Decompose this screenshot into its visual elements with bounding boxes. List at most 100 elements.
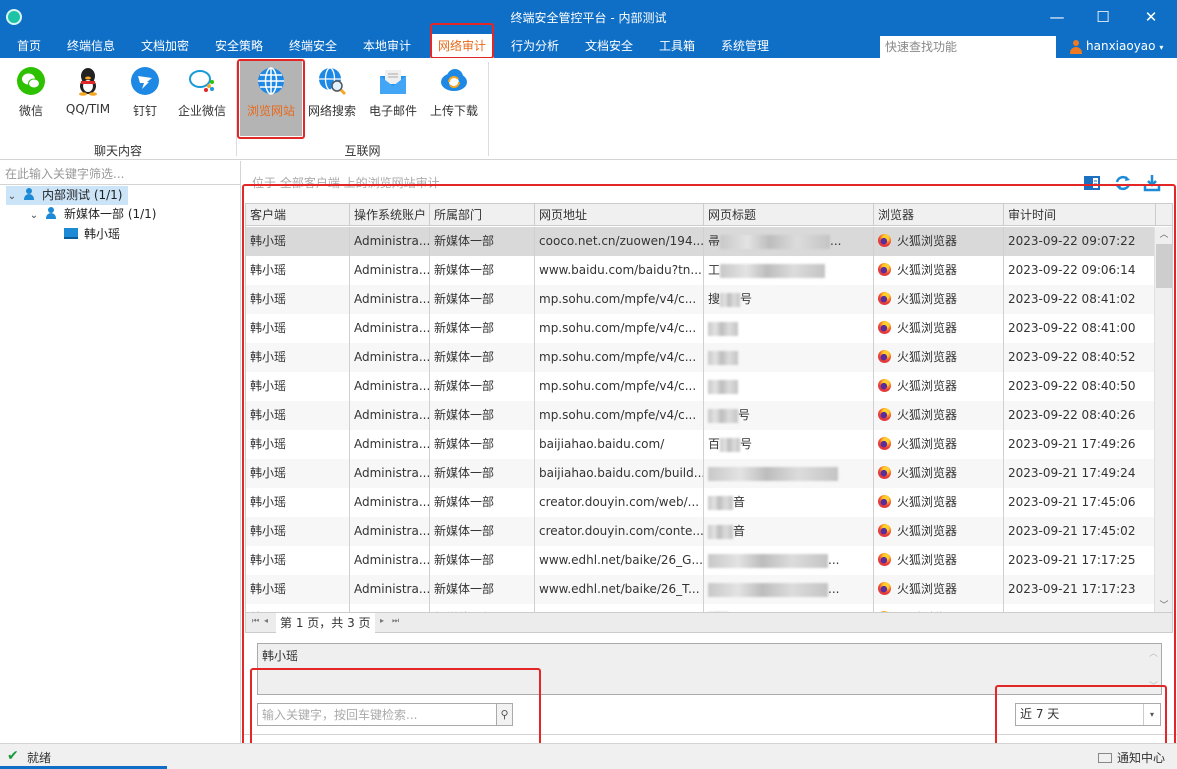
table-row[interactable]: 韩小瑶Administra...新媒体一部baijiahao.baidu.com… [246,430,1155,459]
menu-doc-security[interactable]: 文档安全 [577,34,641,58]
title-text-tail: 音 [733,524,746,538]
cell-browser: 火狐浏览器 [874,459,1004,488]
dingtalk-icon [131,67,159,95]
column-header-page-title[interactable]: 网页标题 [704,204,874,226]
column-header-account[interactable]: 操作系统账户 [350,204,430,226]
firefox-icon [878,437,891,450]
table-row[interactable]: 韩小瑶 Administra... 新媒体一部 mp.sohu.com/mpfe/v4… [246,401,1155,430]
detail-scroll-down-icon[interactable]: ﹀ [1149,679,1158,692]
ribbon-web-search[interactable]: 网络搜索 [306,60,358,136]
tree-node-new-media-dept[interactable]: ⌄ 新媒体一部 (1/1) [28,205,157,224]
column-header-audit-time[interactable]: 审计时间 [1004,204,1156,226]
cell-client: 韩小瑶 [246,575,350,604]
menu-home[interactable]: 首页 [9,34,49,58]
cell-page-title: 百号 [704,430,874,459]
title-text: 搜 [708,292,721,306]
browser-name: 火狐浏览器 [897,495,958,509]
tree-node-computer[interactable]: 韩小瑶 [64,225,120,244]
table-row[interactable]: 韩小瑶 Administra... 新媒体一部 mp.sohu.com/mpfe/v4… [246,372,1155,401]
page-indicator: 第 1 页，共 3 页 [276,613,375,633]
keyword-search-input[interactable] [257,703,497,726]
quick-search-input[interactable] [880,36,1056,58]
last-page-button[interactable]: ⏭ [392,616,399,626]
column-header-url[interactable]: 网页地址 [535,204,704,226]
title-text-tail: ... [830,234,842,248]
ribbon-wechat-label: 微信 [18,104,43,118]
refresh-icon[interactable] [1114,174,1132,192]
scroll-down-icon[interactable]: ﹀ [1155,598,1172,612]
browser-name: 火狐浏览器 [897,437,958,451]
ribbon-dingtalk[interactable]: 钉钉 [124,60,166,136]
chevron-down-icon[interactable]: ⌄ [6,187,18,206]
title-text-tail: 号 [740,437,753,451]
cell-department: 新媒体一部 [430,256,535,285]
table-row[interactable]: 韩小瑶 Administra... 新媒体一部 www.edhl.net/baike/… [246,575,1155,604]
minimize-button[interactable]: — [1042,6,1072,28]
table-row[interactable]: 韩小瑶Administra...新媒体一部baijiahao.baidu.com… [246,604,1155,612]
firefox-icon [878,321,891,334]
menu-doc-encrypt[interactable]: 文档加密 [133,34,197,58]
table-row[interactable]: 韩小瑶 Administra... 新媒体一部 mp.sohu.com/mpfe/v4… [246,314,1155,343]
table-row[interactable]: 韩小瑶 Administra... 新媒体一部 creator.douyin.com/… [246,488,1155,517]
table-row[interactable]: 韩小瑶 Administra... 新媒体一部 www.edhl.net/baike/… [246,546,1155,575]
menu-terminal-security[interactable]: 终端安全 [281,34,345,58]
detail-scroll-up-icon[interactable]: ︿ [1149,646,1158,659]
first-page-button[interactable]: ⏮ [252,616,259,626]
divider [242,734,1177,735]
browser-name: 火狐浏览器 [897,292,958,306]
column-header-department[interactable]: 所属部门 [430,204,535,226]
cell-browser: 火狐浏览器 [874,488,1004,517]
search-icon[interactable]: ⚲ [497,703,513,726]
redacted-text [708,582,828,597]
cell-department: 新媒体一部 [430,430,535,459]
cell-url: mp.sohu.com/mpfe/v4/c... [535,372,704,401]
ribbon-browse-web[interactable]: 浏览网站 [240,60,302,136]
user-menu[interactable]: hanxiaoyao ▾ [1070,34,1163,58]
cell-client: 韩小瑶 [246,256,350,285]
browser-name: 火狐浏览器 [897,408,958,422]
ribbon-wechat[interactable]: 微信 [10,60,52,136]
download-icon[interactable] [1143,174,1161,192]
scroll-thumb[interactable] [1156,244,1172,288]
table-row[interactable]: 韩小瑶Administra...新媒体一部baijiahao.baidu.com… [246,459,1155,488]
menu-toolbox[interactable]: 工具箱 [651,34,703,58]
table-scrollbar[interactable]: ︿ ﹀ [1154,227,1172,612]
window-title: 终端安全管控平台 - 内部测试 [510,11,667,25]
table-row[interactable]: 韩小瑶 Administra... 新媒体一部 www.baidu.com/baidu… [246,256,1155,285]
ribbon-wecom[interactable]: 企业微信 [174,60,230,136]
menu-network-audit[interactable]: 网络审计 [430,34,495,58]
table-row[interactable]: 韩小瑶 Administra... 新媒体一部 mp.sohu.com/mpfe/v4… [246,285,1155,314]
ribbon-upload-download[interactable]: 上传下载 [426,60,482,136]
ribbon-email[interactable]: 电子邮件 [366,60,420,136]
prev-page-button[interactable]: ◂ [264,616,268,625]
column-header-browser[interactable]: 浏览器 [874,204,1004,226]
maximize-button[interactable]: ☐ [1088,6,1118,28]
cell-page-title [704,372,874,401]
column-header-client[interactable]: 客户端 [246,204,350,226]
cell-url: cooco.net.cn/zuowen/194... [535,227,704,256]
dropdown-arrow-icon[interactable]: ▾ [1143,704,1160,725]
cell-department: 新媒体一部 [430,575,535,604]
table-row[interactable]: 韩小瑶 Administra... 新媒体一部 creator.douyin.com/… [246,517,1155,546]
close-button[interactable]: ✕ [1136,6,1166,28]
tree-filter-input[interactable] [0,163,240,185]
tree-node-internal-test[interactable]: ⌄ 内部测试 (1/1) [6,186,128,205]
scroll-up-icon[interactable]: ︿ [1155,227,1172,243]
menu-terminal-info[interactable]: 终端信息 [59,34,123,58]
redacted-text [708,466,838,481]
menu-system-admin[interactable]: 系统管理 [713,34,777,58]
cell-department: 新媒体一部 [430,517,535,546]
menu-local-audit[interactable]: 本地审计 [355,34,419,58]
table-row[interactable]: 韩小瑶 Administra... 新媒体一部 mp.sohu.com/mpfe/v4… [246,343,1155,372]
title-text: 工 [708,263,721,277]
menu-security-policy[interactable]: 安全策略 [207,34,271,58]
time-range-select[interactable]: 近 7 天 ▾ [1015,703,1161,726]
notification-center[interactable]: 通知中心 [1098,749,1165,766]
menu-behavior-analysis[interactable]: 行为分析 [503,34,567,58]
columns-icon[interactable] [1083,174,1101,192]
chevron-down-icon[interactable]: ⌄ [28,206,40,225]
next-page-button[interactable]: ▸ [380,616,384,625]
cell-page-title: ... [704,546,874,575]
ribbon-qq[interactable]: QQ/TIM [58,60,118,136]
table-row[interactable]: 韩小瑶 Administra... 新媒体一部 cooco.net.cn/zuowen… [246,227,1155,256]
